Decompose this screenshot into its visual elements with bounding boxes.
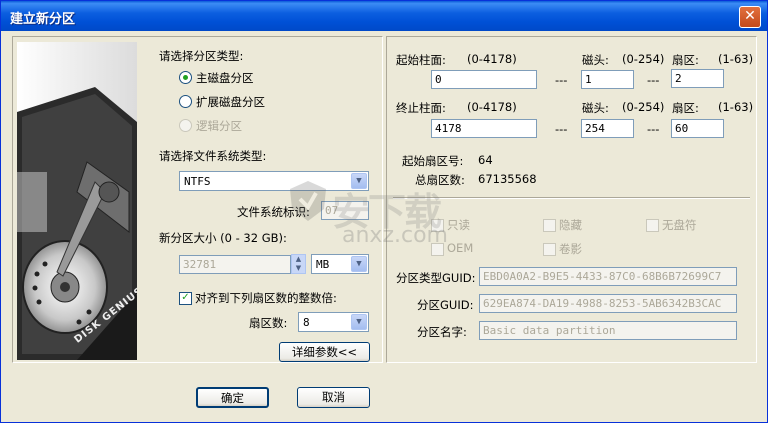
separator-dash: --- bbox=[555, 73, 568, 87]
hidden-checkbox[interactable] bbox=[543, 219, 556, 232]
end-head-range: (0-254) bbox=[622, 100, 665, 114]
radio-logical-partition[interactable] bbox=[179, 119, 192, 132]
sector-count-value: 8 bbox=[303, 316, 310, 329]
watermark-subtext: anxz.com bbox=[342, 223, 448, 248]
align-label[interactable]: 对齐到下列扇区数的整数倍: bbox=[195, 290, 337, 306]
start-head-input[interactable]: 1 bbox=[581, 70, 634, 89]
radio-extended-partition-label[interactable]: 扩展磁盘分区 bbox=[196, 94, 265, 110]
size-unit-select[interactable]: MB ▼ bbox=[311, 254, 369, 274]
start-sector-label: 扇区: bbox=[672, 53, 699, 67]
size-unit-value: MB bbox=[316, 258, 330, 271]
shadow-checkbox[interactable] bbox=[543, 243, 556, 256]
close-button[interactable]: ✕ bbox=[739, 6, 761, 28]
end-sector-label: 扇区: bbox=[672, 101, 699, 115]
guid-field[interactable]: 629EA874-DA19-4988-8253-5AB6342B3CAC bbox=[479, 294, 737, 313]
window-title: 建立新分区 bbox=[10, 12, 76, 27]
total-sectors-value: 67135568 bbox=[478, 172, 537, 186]
start-cyl-label: 起始柱面: bbox=[396, 53, 446, 67]
ok-button[interactable]: 确定 bbox=[196, 387, 269, 408]
divider bbox=[393, 197, 750, 199]
hidden-label[interactable]: 隐藏 bbox=[559, 217, 582, 233]
radio-extended-partition[interactable] bbox=[179, 95, 192, 108]
fs-type-value: NTFS bbox=[184, 175, 211, 188]
start-head-range: (0-254) bbox=[622, 52, 665, 66]
start-sector-range: (1-63) bbox=[718, 52, 754, 66]
type-guid-field[interactable]: EBD0A0A2-B9E5-4433-87C0-68B6B72699C7 bbox=[479, 267, 737, 286]
spin-up-icon[interactable]: ▲ bbox=[292, 255, 305, 264]
chevron-down-icon[interactable]: ▼ bbox=[351, 256, 367, 272]
detail-params-button[interactable]: 详细参数<< bbox=[279, 342, 370, 362]
separator-dash: --- bbox=[647, 122, 660, 136]
start-sector-input[interactable]: 2 bbox=[671, 69, 724, 88]
no-drive-letter-checkbox[interactable] bbox=[646, 219, 659, 232]
dialog-content: DISK GENIUS 请选择分区类型: 主磁盘分区 扩展磁盘分区 逻辑分区 请… bbox=[4, 31, 764, 419]
title-bar[interactable]: 建立新分区 ✕ bbox=[1, 1, 767, 31]
size-spinner[interactable]: ▲ ▼ bbox=[291, 254, 306, 274]
shadow-label[interactable]: 卷影 bbox=[559, 241, 582, 257]
watermark-logo bbox=[286, 179, 330, 226]
radio-primary-partition[interactable] bbox=[179, 71, 192, 84]
separator-dash: --- bbox=[647, 73, 660, 87]
radio-primary-partition-label[interactable]: 主磁盘分区 bbox=[196, 70, 254, 86]
disk-illustration: DISK GENIUS bbox=[17, 42, 137, 360]
end-sector-input[interactable]: 60 bbox=[671, 119, 724, 138]
start-sector-number-value: 64 bbox=[478, 153, 493, 167]
cancel-button[interactable]: 取消 bbox=[297, 387, 370, 408]
type-guid-label: 分区类型GUID: bbox=[396, 271, 476, 285]
size-label: 新分区大小 (0 - 32 GB): bbox=[159, 231, 287, 245]
end-cyl-label: 终止柱面: bbox=[396, 101, 446, 115]
radio-logical-partition-label[interactable]: 逻辑分区 bbox=[196, 118, 242, 134]
start-sector-number-label: 起始扇区号: bbox=[402, 154, 464, 168]
align-checkbox[interactable]: ✓ bbox=[179, 292, 192, 305]
end-cylinder-input[interactable]: 4178 bbox=[431, 119, 537, 138]
partition-type-label: 请选择分区类型: bbox=[159, 49, 244, 63]
end-head-label: 磁头: bbox=[582, 101, 609, 115]
readonly-label[interactable]: 只读 bbox=[447, 217, 470, 233]
sector-count-select[interactable]: 8 ▼ bbox=[298, 312, 369, 332]
end-sector-range: (1-63) bbox=[718, 100, 754, 114]
end-cyl-range: (0-4178) bbox=[467, 100, 517, 114]
size-field[interactable]: 32781 bbox=[179, 255, 291, 274]
partition-name-label: 分区名字: bbox=[417, 325, 467, 339]
start-head-label: 磁头: bbox=[582, 53, 609, 67]
spin-down-icon[interactable]: ▼ bbox=[292, 264, 305, 273]
start-cyl-range: (0-4178) bbox=[467, 52, 517, 66]
start-cylinder-input[interactable]: 0 bbox=[431, 70, 537, 89]
oem-label[interactable]: OEM bbox=[447, 241, 473, 255]
guid-label: 分区GUID: bbox=[417, 298, 474, 312]
partition-name-field[interactable]: Basic data partition bbox=[479, 321, 737, 340]
separator-dash: --- bbox=[555, 122, 568, 136]
shield-icon bbox=[290, 181, 326, 221]
chevron-down-icon[interactable]: ▼ bbox=[351, 314, 367, 330]
dialog-window: 建立新分区 ✕ DISK GENIUS 请选择分区类型: 主磁盘分区 扩展磁盘分… bbox=[0, 0, 768, 423]
fs-type-label: 请选择文件系统类型: bbox=[159, 149, 267, 163]
no-drive-letter-label[interactable]: 无盘符 bbox=[662, 217, 697, 233]
end-head-input[interactable]: 254 bbox=[581, 119, 634, 138]
sector-count-label: 扇区数: bbox=[249, 316, 288, 330]
